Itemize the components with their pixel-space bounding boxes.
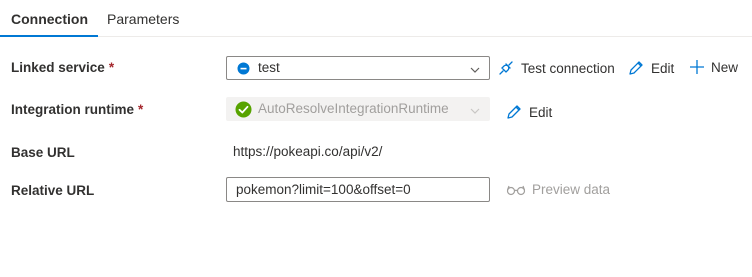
test-connection-label: Test connection — [521, 60, 615, 76]
active-tab-indicator — [0, 35, 98, 37]
preview-data-label: Preview data — [532, 182, 611, 197]
linked-service-status-icon — [237, 62, 250, 78]
check-circle-icon — [235, 101, 252, 121]
relative-url-label: Relative URL — [11, 183, 95, 198]
chevron-down-icon — [469, 104, 481, 116]
linked-service-label-text: Linked service — [11, 60, 105, 75]
glasses-icon — [506, 183, 526, 197]
pencil-icon — [505, 103, 523, 121]
new-linked-service-button[interactable]: New — [689, 59, 738, 75]
edit-linked-service-button[interactable]: Edit — [627, 59, 674, 77]
tab-parameters[interactable]: Parameters — [107, 11, 179, 27]
tab-bar: Connection Parameters — [0, 0, 752, 37]
linked-service-label: Linked service * — [11, 60, 114, 75]
test-connection-button[interactable]: Test connection — [497, 59, 615, 77]
integration-runtime-dropdown[interactable]: AutoResolveIntegrationRuntime — [226, 97, 490, 121]
linked-service-value: test — [258, 60, 280, 75]
integration-runtime-label: Integration runtime * — [11, 102, 143, 117]
edit-label: Edit — [651, 60, 675, 76]
plus-icon — [689, 59, 705, 75]
new-label: New — [711, 59, 739, 75]
base-url-value: https://pokeapi.co/api/v2/ — [233, 144, 383, 159]
edit-label: Edit — [529, 104, 553, 120]
preview-data-button[interactable]: Preview data — [506, 182, 610, 197]
linked-service-dropdown[interactable]: test — [226, 56, 490, 80]
integration-runtime-value: AutoResolveIntegrationRuntime — [258, 101, 449, 116]
relative-url-input[interactable] — [226, 177, 490, 202]
edit-integration-runtime-button[interactable]: Edit — [505, 103, 552, 121]
plug-icon — [497, 59, 515, 77]
integration-runtime-label-text: Integration runtime — [11, 102, 135, 117]
required-marker: * — [138, 102, 144, 117]
chevron-down-icon — [469, 63, 481, 75]
pencil-icon — [627, 59, 645, 77]
tab-connection[interactable]: Connection — [11, 11, 88, 27]
base-url-label: Base URL — [11, 145, 75, 160]
required-marker: * — [108, 60, 115, 75]
